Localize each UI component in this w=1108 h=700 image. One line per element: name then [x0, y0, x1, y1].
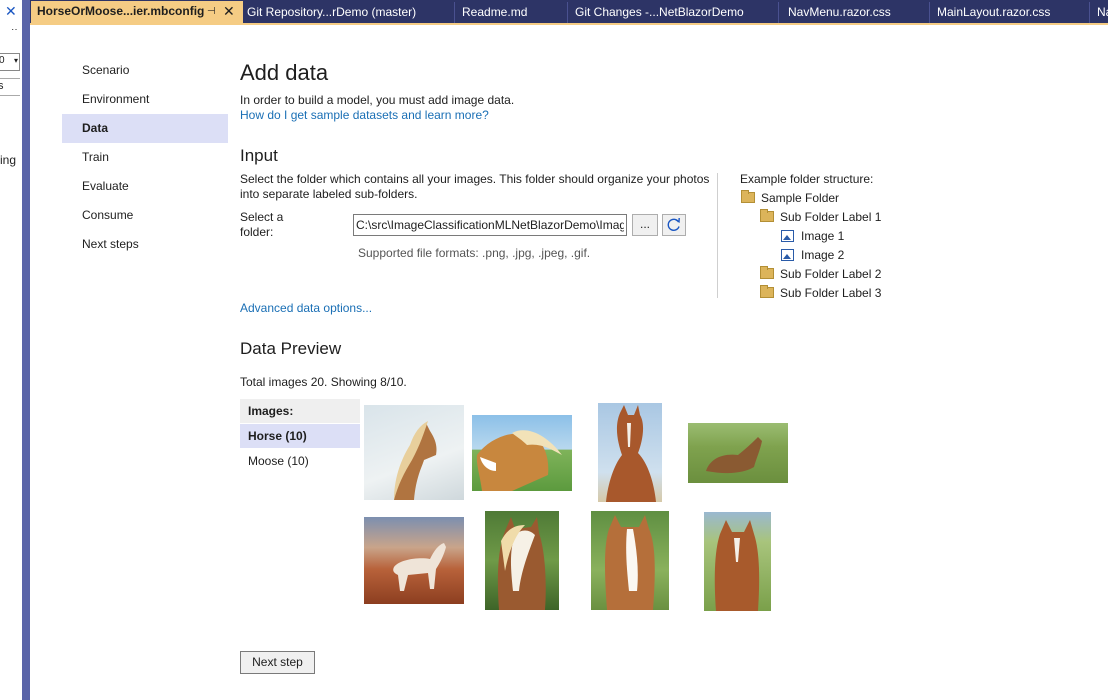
tab-label: Na: [1097, 5, 1108, 19]
tab-mainlayout-css[interactable]: MainLayout.razor.css: [931, 2, 1090, 23]
preview-image[interactable]: [704, 512, 771, 611]
tree-item-sample-folder: Sample Folder: [741, 190, 839, 206]
label-item-moose[interactable]: Moose (10): [240, 449, 360, 473]
tab-readme[interactable]: Readme.md: [456, 2, 568, 23]
label-list: Images: Horse (10) Moose (10): [240, 399, 360, 599]
nav-item-consume[interactable]: Consume: [62, 201, 228, 230]
example-heading: Example folder structure:: [740, 172, 874, 186]
nav-item-evaluate[interactable]: Evaluate: [62, 172, 228, 201]
folder-path-input[interactable]: [353, 214, 627, 236]
page-title: Add data: [240, 60, 329, 85]
tab-label: Readme.md: [462, 5, 528, 19]
preview-image[interactable]: [485, 511, 559, 610]
tab-navmenu-css[interactable]: NavMenu.razor.css: [782, 2, 930, 23]
truncated-label: ing: [0, 153, 17, 167]
label-list-header: Images:: [240, 399, 360, 423]
document-tab-strip: HorseOrMoose...ier.mbconfig ⊣ ✕ Git Repo…: [30, 0, 1108, 23]
tool-search-value: s: [0, 80, 4, 92]
folder-icon: [760, 285, 774, 298]
nav-item-scenario[interactable]: Scenario: [62, 56, 228, 85]
tree-item-label: Image 2: [801, 248, 845, 262]
data-preview-heading: Data Preview: [240, 339, 342, 358]
preview-image[interactable]: [472, 415, 572, 491]
tree-item-image-1: Image 1: [781, 228, 844, 244]
tab-label: MainLayout.razor.css: [937, 5, 1051, 19]
input-description-line-1: Select the folder which contains all you…: [240, 172, 710, 186]
tab-label: NavMenu.razor.css: [788, 5, 891, 19]
more-icon[interactable]: ‥: [11, 22, 18, 33]
pin-icon[interactable]: ⊣: [207, 2, 216, 22]
folder-label-line-1: Select a: [240, 210, 284, 224]
preview-image[interactable]: [591, 511, 669, 610]
tab-label: Git Repository...rDemo (master): [247, 5, 417, 19]
nav-item-next-steps[interactable]: Next steps: [62, 230, 228, 259]
input-heading: Input: [240, 146, 278, 165]
image-icon: [781, 230, 794, 242]
sample-datasets-link[interactable]: How do I get sample datasets and learn m…: [240, 108, 489, 122]
tab-label: HorseOrMoose...ier.mbconfig: [37, 4, 205, 18]
tab-mbconfig[interactable]: HorseOrMoose...ier.mbconfig ⊣ ✕: [31, 1, 243, 23]
tool-dropdown[interactable]: 0 ▾: [0, 53, 20, 71]
horse-photo: [605, 515, 655, 610]
preview-image[interactable]: [688, 423, 788, 483]
close-icon[interactable]: ✕: [223, 1, 235, 21]
nav-item-train[interactable]: Train: [62, 143, 228, 172]
next-step-button[interactable]: Next step: [240, 651, 315, 674]
tab-overflow[interactable]: Na: [1091, 2, 1108, 23]
tab-git-repository[interactable]: Git Repository...rDemo (master): [241, 2, 455, 23]
refresh-button[interactable]: [662, 214, 686, 236]
tree-item-label: Image 1: [801, 229, 845, 243]
tab-label: Git Changes -...NetBlazorDemo: [575, 5, 744, 19]
tree-item-label: Sub Folder Label 2: [780, 267, 882, 281]
left-tool-window: ✕ ‥ 0 ▾ s ing: [0, 0, 23, 700]
preview-summary: Total images 20. Showing 8/10.: [240, 375, 407, 389]
folder-label-line-2: folder:: [240, 225, 274, 239]
chevron-down-icon: ▾: [13, 56, 18, 65]
horse-photo: [476, 430, 562, 491]
refresh-icon: [667, 217, 680, 231]
tool-dropdown-value: 0: [0, 55, 5, 66]
browse-button[interactable]: ...: [632, 214, 658, 236]
horse-photo: [606, 405, 656, 502]
preview-image[interactable]: [364, 405, 464, 500]
tree-item-sub-folder-1: Sub Folder Label 1: [760, 209, 881, 225]
preview-image[interactable]: [598, 403, 662, 502]
horse-photo: [394, 421, 437, 500]
folder-icon: [760, 266, 774, 279]
advanced-data-options-link[interactable]: Advanced data options...: [240, 301, 372, 315]
nav-item-environment[interactable]: Environment: [62, 85, 228, 114]
supported-formats-text: Supported file formats: .png, .jpg, .jpe…: [358, 246, 591, 260]
folder-icon: [741, 190, 755, 203]
folder-icon: [760, 209, 774, 222]
tab-underline: [30, 23, 1108, 25]
close-icon[interactable]: ✕: [5, 3, 17, 20]
nav-item-data[interactable]: Data: [62, 114, 228, 143]
preview-image[interactable]: [364, 517, 464, 604]
tool-search-input[interactable]: s: [0, 78, 20, 96]
section-divider: [717, 173, 718, 298]
input-description-line-2: into separate labeled sub-folders.: [240, 187, 418, 201]
label-item-horse[interactable]: Horse (10): [240, 424, 360, 448]
tree-item-label: Sub Folder Label 3: [780, 286, 882, 300]
horse-photo: [393, 543, 446, 591]
image-icon: [781, 249, 794, 261]
horse-photo: [714, 520, 760, 611]
tree-item-label: Sample Folder: [761, 191, 840, 205]
tree-item-sub-folder-2: Sub Folder Label 2: [760, 266, 881, 282]
tab-git-changes[interactable]: Git Changes -...NetBlazorDemo: [569, 2, 779, 23]
tree-item-image-2: Image 2: [781, 247, 844, 263]
tree-item-label: Sub Folder Label 1: [780, 210, 882, 224]
horse-photo: [706, 437, 762, 474]
intro-text: In order to build a model, you must add …: [240, 93, 515, 107]
horse-photo: [497, 517, 546, 610]
tree-item-sub-folder-3: Sub Folder Label 3: [760, 285, 881, 301]
window-accent-bar: [22, 0, 30, 700]
